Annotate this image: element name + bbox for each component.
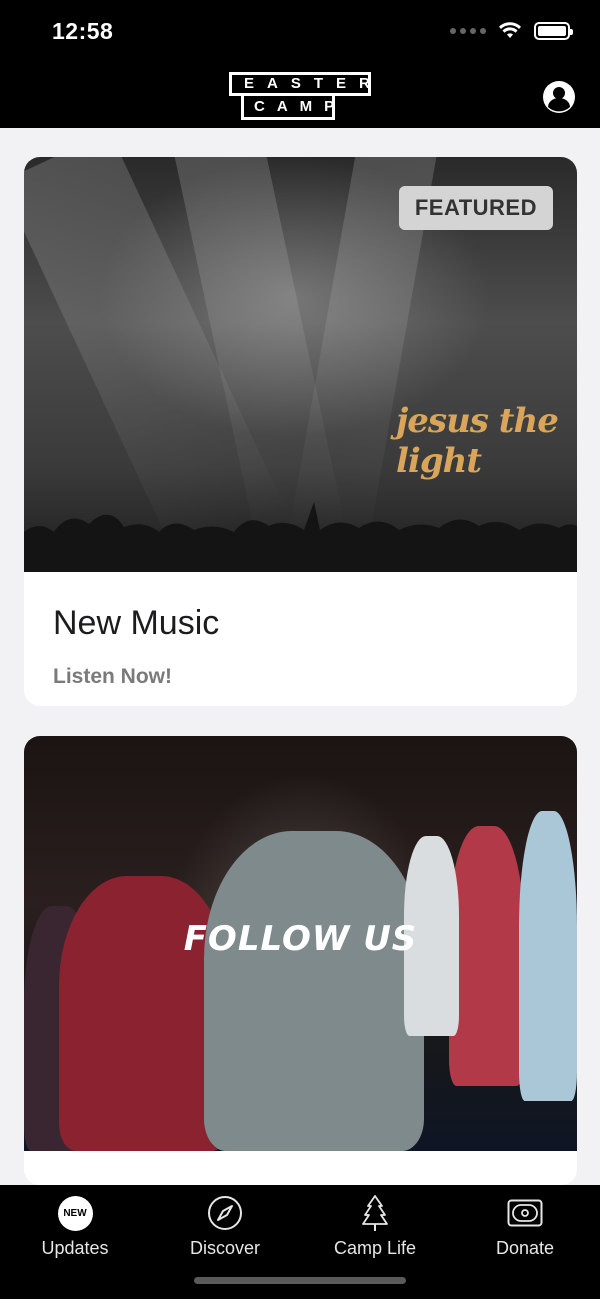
tree-icon	[362, 1195, 388, 1231]
tab-label: Camp Life	[333, 1238, 417, 1258]
money-icon	[507, 1199, 543, 1227]
new-badge-icon: NEW	[57, 1195, 93, 1231]
logo-line2: CAMP	[241, 93, 335, 120]
app-header: EASTER CAMP	[0, 60, 600, 128]
status-time: 12:58	[52, 18, 114, 44]
news-card-new-music[interactable]: FEATURED jesus the light New Music Liste…	[24, 157, 577, 706]
tab-donate[interactable]: Donate	[465, 1193, 585, 1259]
status-icons	[450, 22, 573, 40]
card-image: FOLLOW US	[24, 736, 577, 1151]
tab-camp-life[interactable]: Camp Life	[315, 1193, 435, 1259]
featured-badge: FEATURED	[398, 186, 553, 230]
home-indicator	[194, 1277, 406, 1284]
person-silhouette	[204, 831, 424, 1151]
artwork-title: FOLLOW US	[183, 919, 418, 959]
tab-label: Donate	[495, 1238, 555, 1258]
card-title: New Music	[53, 604, 220, 642]
status-bar: 12:58	[0, 0, 600, 60]
artwork-title: jesus the light	[396, 401, 559, 481]
news-card-follow-us[interactable]: FOLLOW US	[24, 736, 577, 1185]
easter-camp-logo: EASTER CAMP	[229, 72, 371, 120]
card-body	[24, 1151, 577, 1185]
card-image: FEATURED jesus the light	[24, 157, 577, 572]
tab-label: Discover	[189, 1238, 260, 1258]
compass-icon	[208, 1196, 242, 1230]
battery-icon	[534, 22, 573, 40]
tab-updates[interactable]: NEW Updates	[15, 1193, 135, 1259]
tab-label: Updates	[41, 1238, 109, 1258]
signal-icon	[450, 28, 486, 34]
crowd-silhouette	[24, 502, 577, 572]
updates-feed: FEATURED jesus the light New Music Liste…	[24, 157, 577, 1215]
card-subtitle: Listen Now!	[53, 665, 172, 688]
card-body: New Music Listen Now!	[24, 572, 577, 706]
profile-icon[interactable]	[542, 80, 576, 114]
wifi-icon	[499, 22, 521, 38]
tab-discover[interactable]: Discover	[165, 1193, 285, 1259]
